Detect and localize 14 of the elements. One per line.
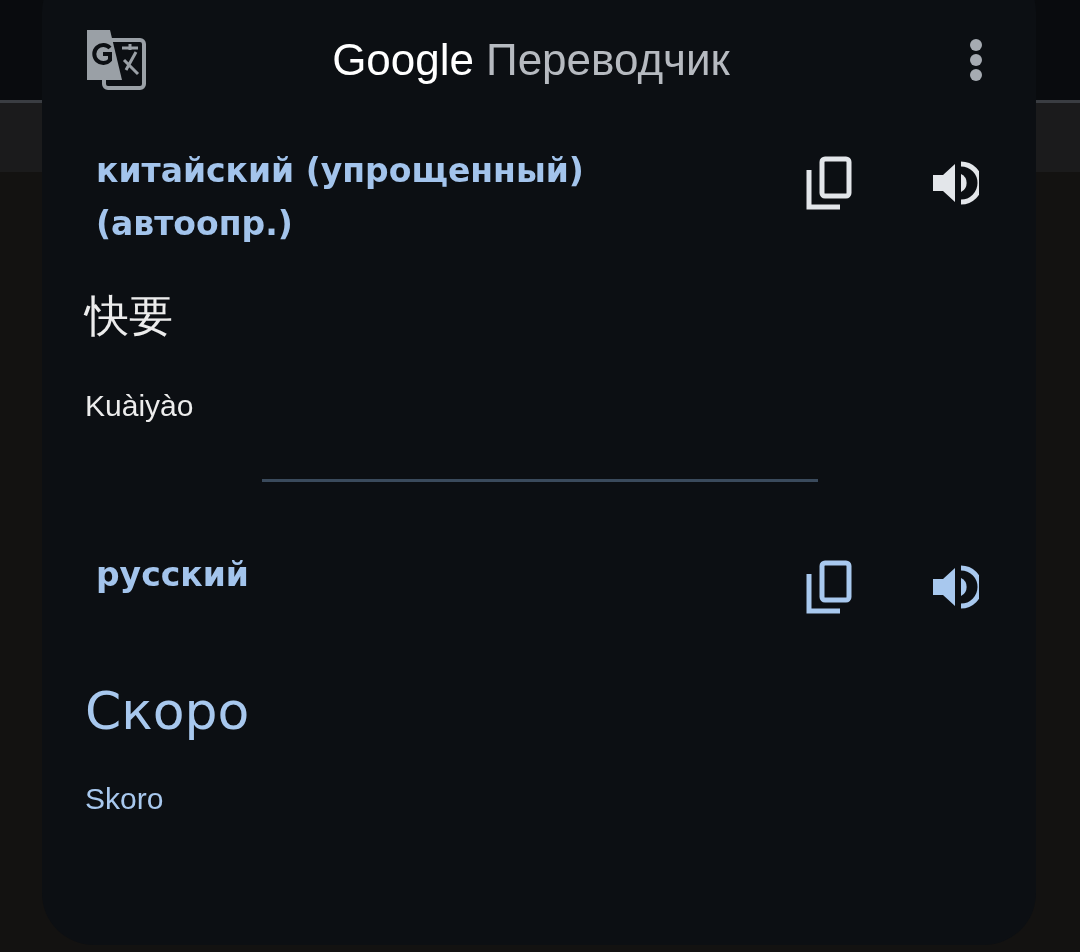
brand-name: Google [332, 35, 474, 85]
speaker-icon [931, 160, 979, 206]
more-icon [969, 38, 983, 82]
translation-text: 快要 [85, 290, 174, 343]
copy-icon [806, 156, 852, 210]
transliteration-text: Skoro [85, 782, 165, 817]
language-label[interactable]: русский [85, 547, 656, 601]
app-name: Переводчик [486, 35, 730, 85]
copy-icon [806, 559, 852, 614]
translation-text: Скоро [85, 679, 251, 743]
language-label[interactable]: китайский (упрощенный) (автоопр.) [85, 144, 656, 250]
speaker-icon [931, 563, 979, 610]
translate-logo-icon [84, 30, 146, 90]
transliteration-text: Kuàiyào [85, 388, 195, 423]
